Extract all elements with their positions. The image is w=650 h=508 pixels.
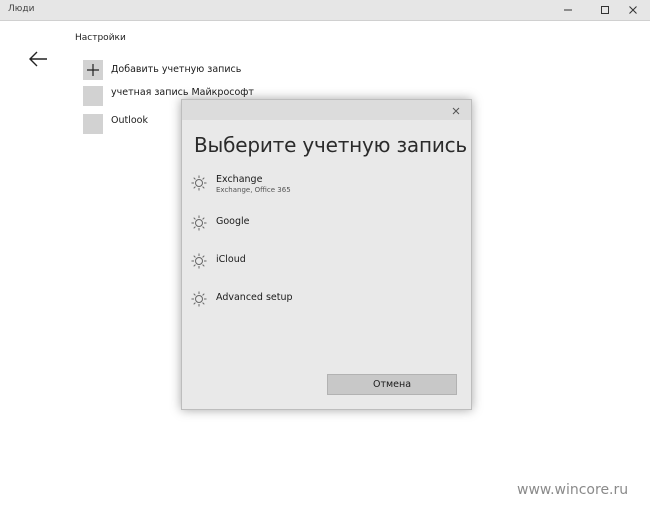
dialog-close-button[interactable] [449,103,463,117]
option-name: Google [216,216,250,227]
app-title: Люди [8,4,35,14]
maximize-icon [601,6,609,14]
gear-icon [191,175,207,191]
gear-icon [191,253,207,269]
plus-icon [83,60,103,80]
option-exchange[interactable]: Exchange Exchange, Office 365 [190,172,460,200]
title-bar: Люди [0,0,650,21]
option-google[interactable]: Google [190,212,460,240]
option-icloud[interactable]: iCloud [190,250,460,278]
watermark: www.wincore.ru [517,482,629,498]
account-tile-icon [83,86,103,106]
account-label: Outlook [111,115,148,126]
dialog-title: Выберите учетную запись [194,133,468,157]
choose-account-dialog: Выберите учетную запись Exchange Exchang… [181,99,472,410]
close-icon [629,6,637,14]
back-arrow-icon [29,51,47,67]
breadcrumb: Настройки [75,33,126,43]
close-button[interactable] [620,0,646,20]
account-label: учетная запись Майкрософт [111,87,254,98]
account-tile-icon [83,114,103,134]
cancel-button[interactable]: Отмена [327,374,457,395]
option-name: Exchange [216,174,263,185]
option-advanced-setup[interactable]: Advanced setup [190,288,460,316]
back-button[interactable] [28,50,50,68]
option-subtitle: Exchange, Office 365 [216,186,291,194]
minimize-button[interactable] [555,0,581,20]
minimize-icon [564,9,572,11]
add-account-label: Добавить учетную запись [111,64,242,75]
close-icon [452,107,460,115]
option-name: iCloud [216,254,246,265]
maximize-button[interactable] [592,0,618,20]
option-name: Advanced setup [216,292,293,303]
gear-icon [191,215,207,231]
dialog-title-bar [182,100,471,120]
gear-icon [191,291,207,307]
